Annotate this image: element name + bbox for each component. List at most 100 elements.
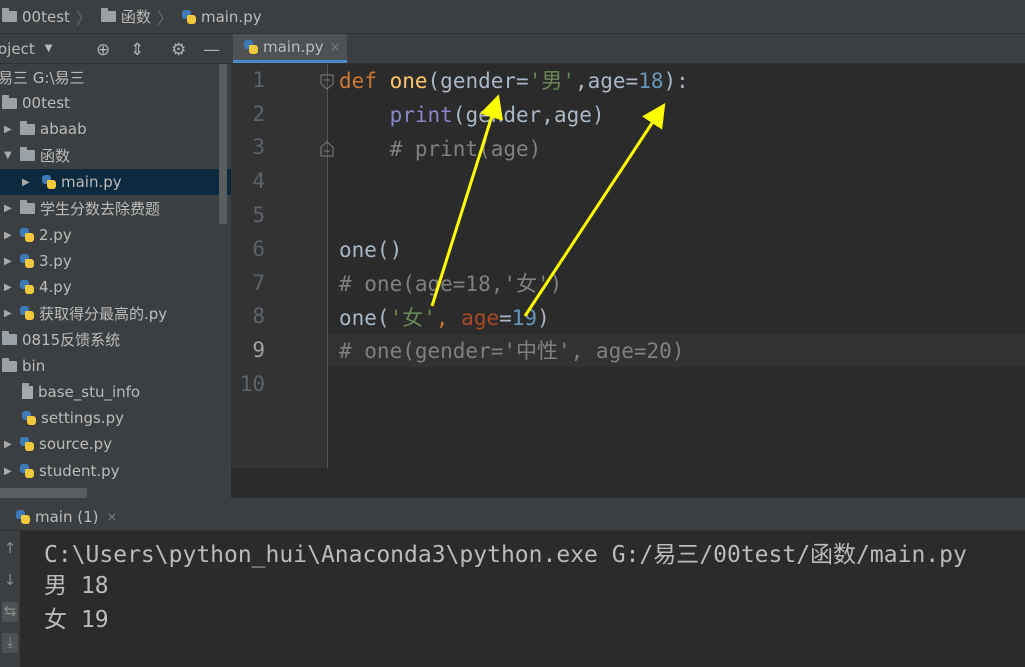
line-number: 6 (252, 237, 265, 261)
project-tree: 易三 G:\易三 00test ▶ abaab ▼ 函数 ▶ main.py ▶… (0, 64, 231, 498)
tree-item[interactable]: ▶ 获取得分最高的.py (0, 300, 231, 326)
tree-item[interactable]: ▶ abaab (0, 116, 231, 142)
tree-item-label: bin (22, 357, 46, 375)
line-number: 9 (252, 338, 265, 362)
tree-item-label: 学生分数去除费题 (40, 199, 161, 218)
chevron-right-icon[interactable]: ▶ (4, 203, 14, 214)
soft-wrap-icon[interactable]: ⇆ (2, 602, 18, 622)
code-function-name: one (389, 69, 428, 93)
console-output[interactable]: C:\Users\python_hui\Anaconda3\python.exe… (20, 531, 1025, 667)
tree-horizontal-scrollbar[interactable] (0, 488, 87, 498)
run-tab-label: main (1) (35, 508, 99, 526)
code-line-current[interactable]: # one(gender='中性', age=20) (339, 334, 684, 368)
run-tab[interactable]: main (1) × (16, 508, 117, 526)
code-editor[interactable]: 1 2 3 4 5 6 7 8 9 10 def one(gender='男',… (231, 64, 1025, 468)
code-comment: # print(age) (389, 137, 542, 161)
code-line[interactable]: def one(gender='男',age=18): (339, 64, 689, 98)
tree-item[interactable]: 00test (0, 90, 231, 116)
tab-label: main.py (263, 38, 324, 56)
tree-item-label: source.py (39, 435, 112, 453)
tab-main-py[interactable]: main.py × (233, 34, 347, 63)
tree-item[interactable]: bin (0, 353, 231, 379)
tree-item[interactable]: ▶ 4.py (0, 274, 231, 300)
tree-item-selected[interactable]: ▶ main.py (0, 169, 231, 195)
code-number: 18 (638, 69, 664, 93)
python-file-icon (22, 411, 36, 425)
tree-item[interactable]: ▶ student.py (0, 458, 231, 484)
code-line[interactable]: one() (339, 233, 402, 267)
code-line[interactable]: print(gender,age) (339, 98, 605, 132)
code-string: '女' (389, 306, 436, 330)
breadcrumb-item-00test[interactable]: 00test 〉 (2, 5, 97, 29)
chevron-right-icon: 〉 (75, 8, 92, 28)
tree-item[interactable]: ▶ 2.py (0, 222, 231, 248)
code-param-name: age (461, 306, 500, 330)
tree-item[interactable]: ▼ 函数 (0, 142, 231, 168)
tree-item[interactable]: settings.py (0, 405, 231, 431)
scroll-to-end-icon[interactable]: ⤓ (2, 633, 18, 653)
project-panel-header: oject ▼ ⊕ ⇕ ⚙ — (0, 34, 231, 64)
crosshair-icon[interactable]: ⊕ (96, 40, 110, 60)
folder-icon (2, 357, 17, 372)
python-file-icon (42, 175, 56, 189)
code-text: ,age= (574, 69, 639, 93)
gear-icon[interactable]: ⚙ (171, 40, 186, 60)
fold-marker-icon[interactable] (319, 141, 335, 157)
chevron-right-icon[interactable]: ▶ (4, 439, 14, 450)
console-line: 女 19 (44, 607, 109, 633)
code-text: ) (537, 306, 550, 330)
tree-vertical-scrollbar[interactable] (219, 64, 227, 224)
project-view-selector[interactable]: oject (0, 40, 35, 58)
tree-item-label: 获取得分最高的.py (39, 304, 168, 323)
folder-icon (20, 146, 35, 161)
code-text: one( (339, 306, 390, 330)
tree-item[interactable]: ▶ 3.py (0, 248, 231, 274)
code-text: (gender= (427, 69, 529, 93)
code-line[interactable]: # print(age) (339, 132, 542, 166)
minimize-icon[interactable]: — (203, 40, 220, 60)
line-number: 3 (252, 135, 265, 159)
tree-item-label: abaab (40, 120, 87, 138)
line-number: 2 (252, 102, 265, 126)
python-file-icon (181, 9, 196, 24)
close-icon[interactable]: × (330, 40, 341, 55)
chevron-right-icon[interactable]: ▶ (4, 256, 14, 267)
line-number: 10 (239, 372, 265, 396)
fold-marker-icon[interactable] (319, 74, 335, 90)
folder-icon (100, 8, 116, 22)
close-icon[interactable]: × (107, 510, 118, 525)
arrow-up-icon[interactable]: ↑ (2, 539, 18, 559)
chevron-right-icon[interactable]: ▶ (4, 466, 14, 477)
line-number: 7 (252, 271, 265, 295)
tree-item[interactable]: 0815反馈系统 (0, 326, 231, 352)
tree-item-label: 3.py (39, 252, 72, 270)
chevron-right-icon[interactable]: ▶ (4, 230, 14, 241)
code-line[interactable]: one('女', age=19) (339, 301, 550, 335)
chevron-right-icon[interactable]: ▶ (22, 177, 32, 188)
arrow-down-icon[interactable]: ↓ (2, 571, 18, 591)
chevron-right-icon[interactable]: ▶ (4, 124, 14, 135)
chevron-right-icon[interactable]: ▶ (4, 308, 14, 319)
tree-root[interactable]: 易三 G:\易三 (0, 64, 231, 90)
chevron-down-icon[interactable]: ▼ (45, 43, 53, 54)
code-comment: # one(gender='中性', age=20) (339, 339, 685, 363)
folder-icon (2, 330, 17, 345)
tree-item-label: 4.py (39, 278, 72, 296)
chevron-right-icon[interactable]: ▶ (4, 282, 14, 293)
breadcrumb-item-main-py[interactable]: main.py (181, 8, 262, 26)
chevron-right-icon: 〉 (156, 8, 173, 28)
code-line[interactable]: # one(age=18,'女') (339, 267, 562, 301)
tree-item[interactable]: ▶ 学生分数去除费题 (0, 195, 231, 221)
tree-item[interactable]: base_stu_info (0, 379, 231, 405)
tree-item-label: base_stu_info (38, 383, 141, 401)
code-text: , (435, 306, 462, 330)
breadcrumb-item-functions[interactable]: 函数 〉 (100, 5, 178, 29)
tree-item-label: 2.py (39, 226, 72, 244)
tree-item[interactable]: ▶ source.py (0, 431, 231, 457)
line-number: 1 (252, 68, 265, 92)
gutter-divider (327, 64, 328, 468)
python-file-icon (20, 464, 34, 478)
tree-item-label: 函数 (40, 146, 71, 165)
collapse-icon[interactable]: ⇕ (130, 40, 144, 60)
chevron-down-icon[interactable]: ▼ (4, 150, 14, 161)
